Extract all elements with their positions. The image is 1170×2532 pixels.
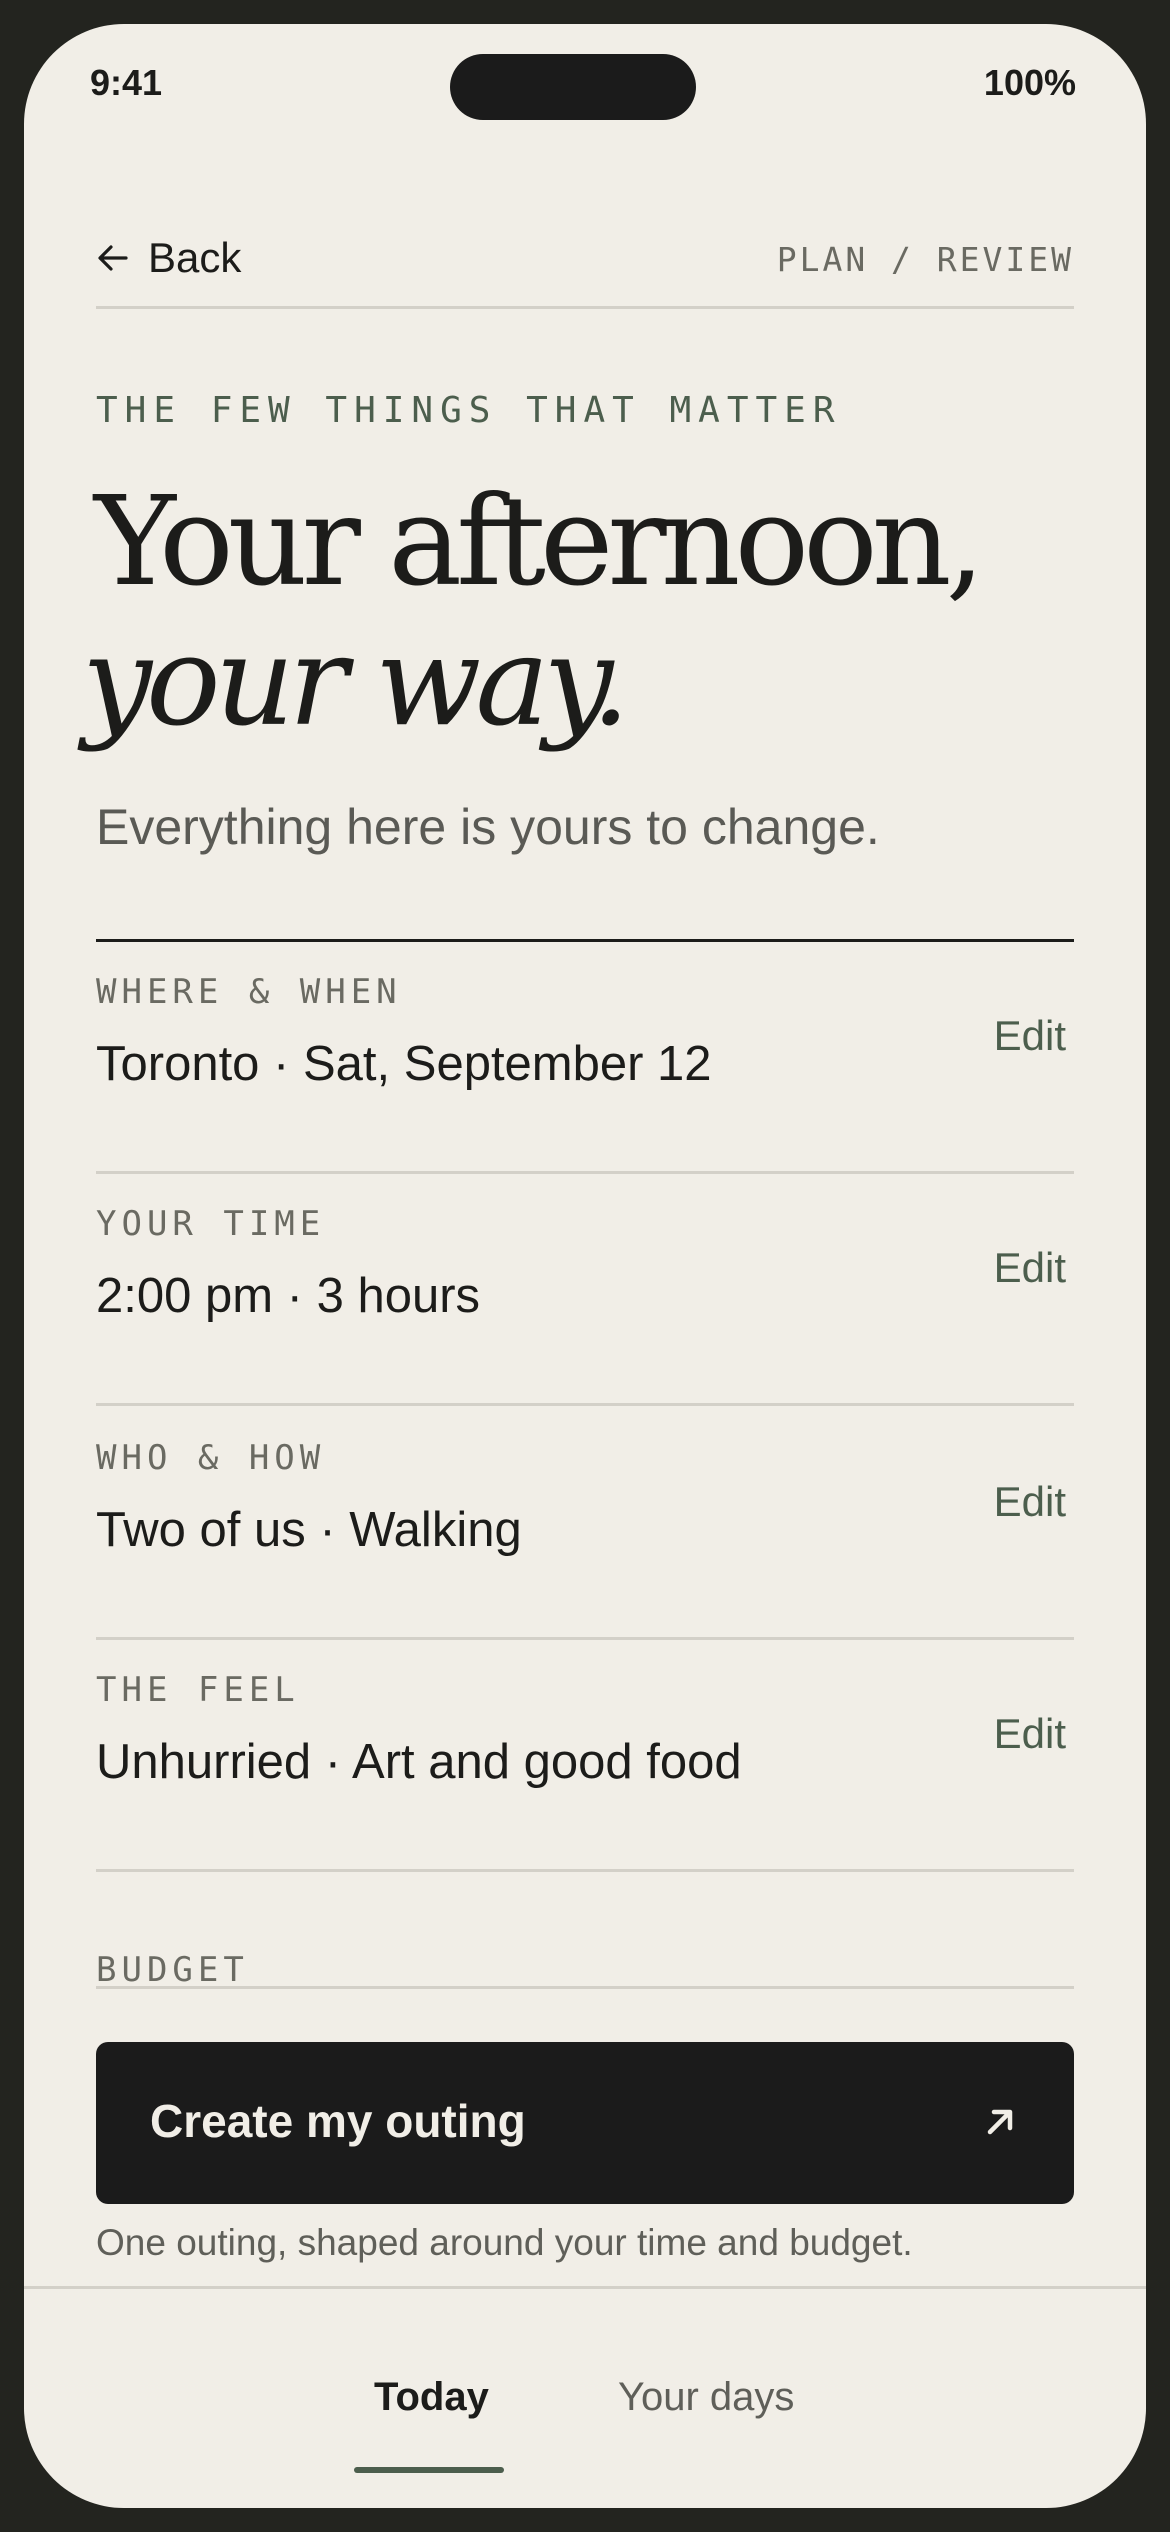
row-label: THE FEEL — [96, 1670, 300, 1710]
active-tab-indicator — [354, 2467, 504, 2473]
breadcrumb: PLAN / REVIEW — [776, 240, 1074, 279]
row-value: 2:00 pm · 3 hours — [96, 1269, 481, 1323]
row-value: Toronto · Sat, September 12 — [96, 1037, 712, 1091]
budget-divider — [96, 1986, 1074, 1989]
row-who-how: WHO & HOW Two of us · Walking Edit — [96, 1408, 1074, 1640]
row-value: Two of us · Walking — [96, 1503, 522, 1557]
budget-label: BUDGET — [96, 1950, 249, 1990]
create-outing-label: Create my outing — [150, 2095, 526, 2147]
edit-the-feel-button[interactable]: Edit — [994, 1710, 1066, 1758]
tab-today[interactable]: Today — [374, 2375, 489, 2420]
row-where-when: WHERE & WHEN Toronto · Sat, September 12… — [96, 942, 1074, 1174]
row-the-feel: THE FEEL Unhurried · Art and good food E… — [96, 1640, 1074, 1872]
tab-bar: Today Your days — [24, 2286, 1146, 2508]
status-battery: 100% — [983, 62, 1076, 103]
screen: 9:41 100% Back PLAN / REVIEW THE FEW THI… — [24, 24, 1146, 2508]
row-label: WHO & HOW — [96, 1438, 326, 1478]
title-line-2: your way. — [82, 610, 630, 754]
create-outing-button[interactable]: Create my outing — [96, 2042, 1074, 2204]
cta-caption: One outing, shaped around your time and … — [96, 2222, 913, 2263]
row-label: YOUR TIME — [96, 1204, 326, 1244]
phone-frame: 9:41 100% Back PLAN / REVIEW THE FEW THI… — [0, 0, 1170, 2532]
back-label: Back — [148, 234, 242, 281]
dynamic-island — [450, 54, 696, 120]
page-subtitle: Everything here is yours to change. — [96, 799, 880, 855]
edit-who-how-button[interactable]: Edit — [994, 1478, 1066, 1526]
tab-your-days[interactable]: Your days — [618, 2375, 794, 2420]
row-your-time: YOUR TIME 2:00 pm · 3 hours Edit — [96, 1174, 1074, 1406]
status-bar: 9:41 100% — [24, 24, 1146, 144]
top-nav: Back PLAN / REVIEW — [96, 216, 1074, 296]
divider — [96, 306, 1074, 309]
edit-where-when-button[interactable]: Edit — [994, 1012, 1066, 1060]
title-line-1: Your afternoon, — [94, 470, 985, 614]
row-divider — [96, 1869, 1074, 1872]
row-value: Unhurried · Art and good food — [96, 1735, 742, 1789]
row-label: WHERE & WHEN — [96, 972, 402, 1012]
arrow-left-icon — [96, 241, 130, 275]
eyebrow: THE FEW THINGS THAT MATTER — [96, 390, 842, 431]
status-time: 9:41 — [90, 62, 163, 103]
arrow-up-right-icon — [980, 2102, 1020, 2147]
edit-your-time-button[interactable]: Edit — [994, 1244, 1066, 1292]
back-button[interactable]: Back — [96, 234, 241, 282]
page-title: Your afternoon, your way. — [82, 470, 985, 752]
row-divider — [96, 1403, 1074, 1406]
